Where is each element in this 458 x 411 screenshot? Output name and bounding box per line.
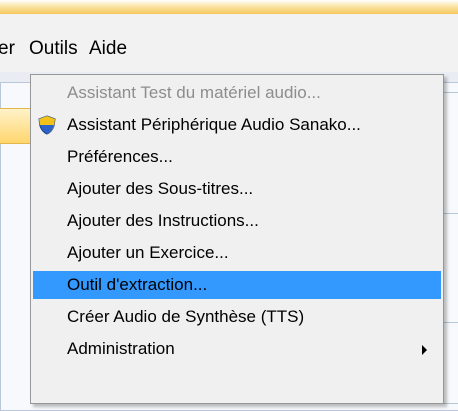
menu-item-outil-extraction[interactable]: Outil d'extraction... xyxy=(33,271,441,299)
menu-item-ajouter-sous-titres[interactable]: Ajouter des Sous-titres... xyxy=(33,175,441,203)
menubar-item-partial[interactable]: er xyxy=(0,38,15,60)
menu-item-label: Ajouter des Instructions... xyxy=(67,211,259,230)
menu-item-assistant-peripherique[interactable]: Assistant Périphérique Audio Sanako... xyxy=(33,111,441,139)
menu-item-ajouter-instructions[interactable]: Ajouter des Instructions... xyxy=(33,207,441,235)
menu-item-label: Ajouter des Sous-titres... xyxy=(67,179,254,198)
menu-item-label: Créer Audio de Synthèse (TTS) xyxy=(67,307,305,326)
menu-item-label: Préférences... xyxy=(67,147,173,166)
menu-item-label: Administration xyxy=(67,339,175,358)
menu-item-preferences[interactable]: Préférences... xyxy=(33,143,441,171)
menu-item-label: Assistant Test du matériel audio... xyxy=(67,83,321,102)
menubar: er Outils Aide xyxy=(0,14,458,72)
outils-dropdown-menu: Assistant Test du matériel audio... Assi… xyxy=(30,74,444,404)
shield-icon xyxy=(38,115,56,135)
menu-item-label: Ajouter un Exercice... xyxy=(67,243,229,262)
menu-item-label: Assistant Périphérique Audio Sanako... xyxy=(67,115,361,134)
menu-item-label: Outil d'extraction... xyxy=(67,275,208,294)
menu-item-administration[interactable]: Administration xyxy=(33,335,441,363)
menubar-item-outils[interactable]: Outils xyxy=(29,38,78,60)
submenu-arrow-icon xyxy=(422,345,427,355)
menu-item-creer-audio-synthese[interactable]: Créer Audio de Synthèse (TTS) xyxy=(33,303,441,331)
menubar-item-aide[interactable]: Aide xyxy=(89,38,127,60)
menu-item-ajouter-exercice[interactable]: Ajouter un Exercice... xyxy=(33,239,441,267)
window-top-strip xyxy=(0,0,458,14)
menu-item-assistant-test-audio: Assistant Test du matériel audio... xyxy=(33,79,441,107)
